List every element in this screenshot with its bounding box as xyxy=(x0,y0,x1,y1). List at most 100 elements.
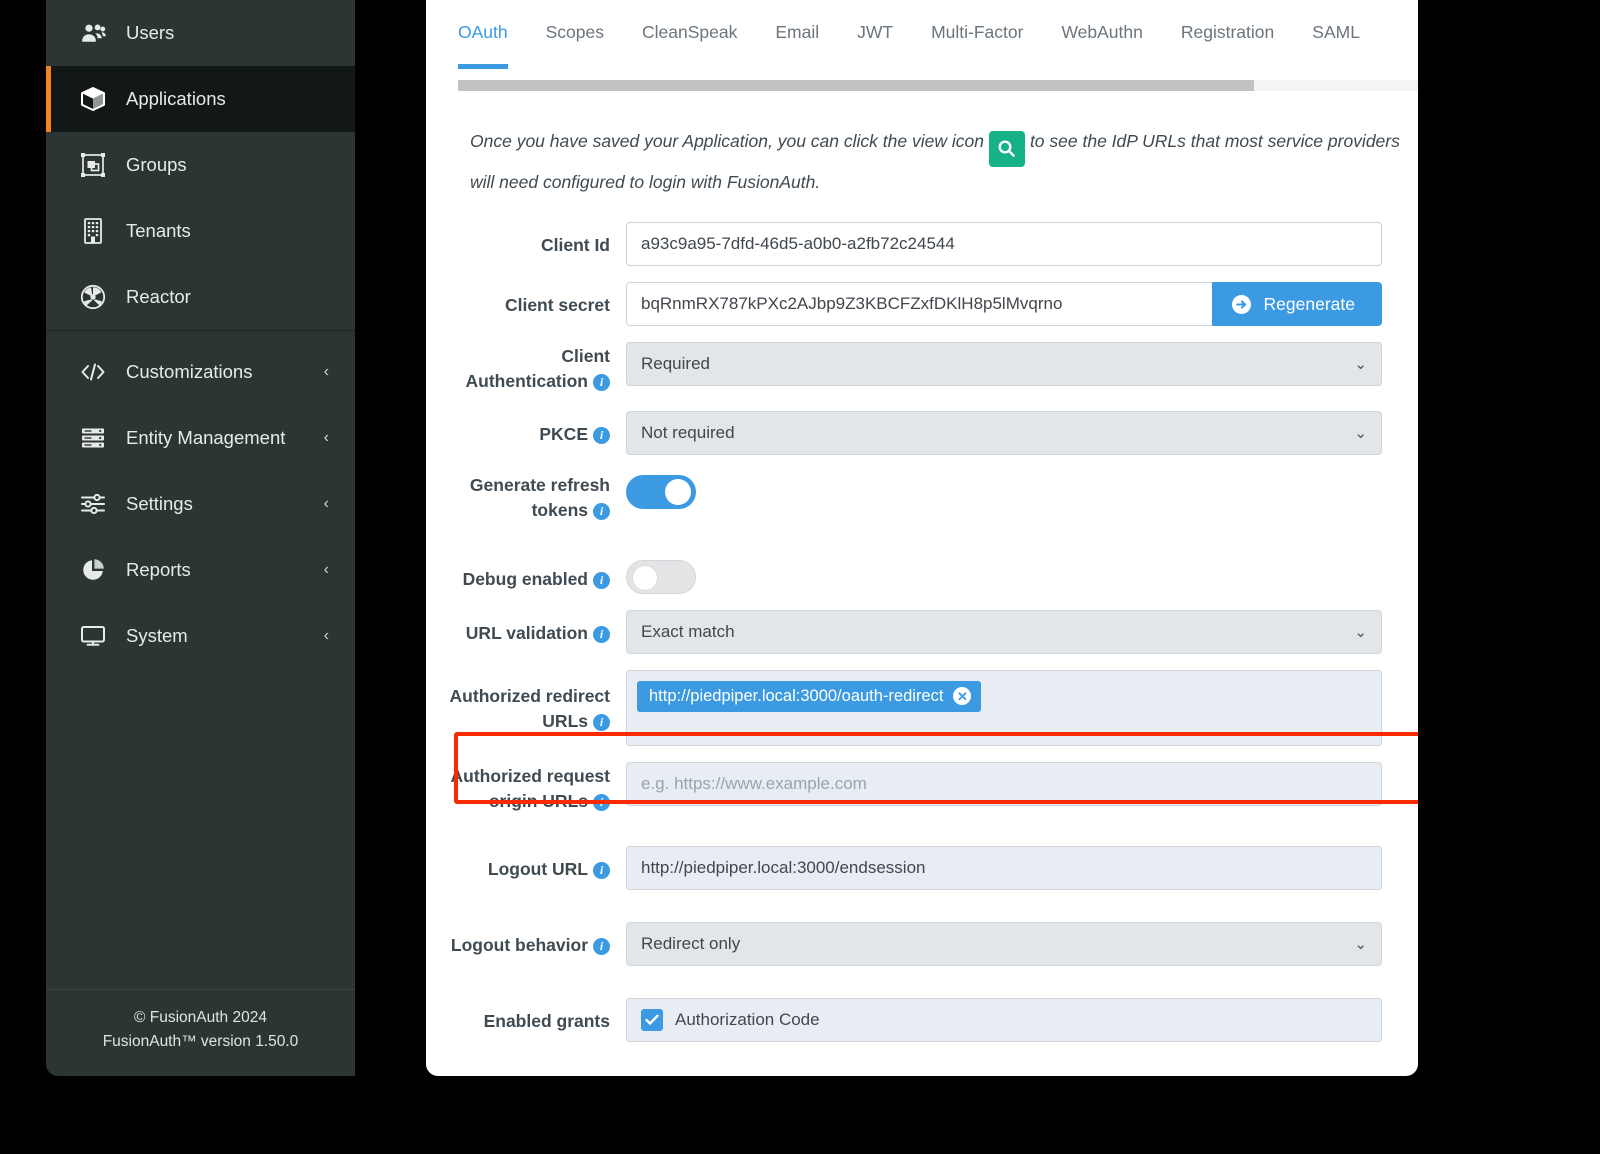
generate-refresh-tokens-label-line1: Generate refresh xyxy=(469,474,610,495)
sidebar-item-label: Entity Management xyxy=(126,427,286,448)
sidebar-item-settings[interactable]: Settings ‹ xyxy=(46,471,355,537)
tab-scopes[interactable]: Scopes xyxy=(546,0,604,65)
field-row-authorized-redirect-urls: Authorized redirect URLs i http://piedpip… xyxy=(426,669,1418,746)
chevron-down-icon: ⌄ xyxy=(1354,623,1367,641)
client-id-label: Client Id xyxy=(540,235,610,255)
tab-email[interactable]: Email xyxy=(775,0,819,65)
intro-text-before: Once you have saved your Application, yo… xyxy=(470,131,984,151)
pkce-select[interactable]: Not required ⌄ xyxy=(626,410,1382,455)
pie-chart-icon xyxy=(78,557,108,583)
authorized-redirect-urls-input[interactable]: http://piedpiper.local:3000/oauth-redire… xyxy=(626,669,1382,746)
authorized-request-origin-urls-label-line1: Authorized request xyxy=(450,765,610,786)
chevron-left-icon: ‹ xyxy=(323,627,329,644)
sidebar-item-label: Users xyxy=(126,22,175,43)
info-icon[interactable]: i xyxy=(593,862,610,880)
field-row-enabled-grants: Enabled grants Authorization Code xyxy=(426,998,1418,1043)
field-row-generate-refresh-tokens: Generate refresh tokens i xyxy=(426,471,1418,524)
sidebar-item-label: Reports xyxy=(126,559,191,580)
info-icon[interactable]: i xyxy=(593,571,610,589)
sidebar: Users Applications Groups Tenants Reacto… xyxy=(46,0,355,1076)
chevron-left-icon: ‹ xyxy=(323,429,329,446)
field-row-authorized-request-origin-urls: Authorized request origin URLs i e.g. htt… xyxy=(426,761,1418,815)
sidebar-item-customizations[interactable]: Customizations ‹ xyxy=(46,339,355,405)
url-validation-select[interactable]: Exact match ⌄ xyxy=(626,609,1382,654)
client-id-input[interactable]: a93c9a95-7dfd-46d5-a0b0-a2fb72c24544 xyxy=(626,222,1382,266)
horizontal-scrollbar-thumb[interactable] xyxy=(458,80,1254,91)
sidebar-item-label: Reactor xyxy=(126,286,191,307)
arrow-circle-right-icon xyxy=(1231,294,1252,315)
sidebar-item-label: Customizations xyxy=(126,361,253,382)
url-tag-label: http://piedpiper.local:3000/oauth-redire… xyxy=(649,686,944,705)
field-row-client-secret: Client secret bqRnmRX787kPXc2AJbp9Z3KBCF… xyxy=(426,282,1418,326)
sidebar-item-reports[interactable]: Reports ‹ xyxy=(46,537,355,603)
search-icon[interactable] xyxy=(988,130,1025,167)
info-icon[interactable]: i xyxy=(593,625,610,643)
app-root: Users Applications Groups Tenants Reacto… xyxy=(0,0,1600,1154)
code-icon xyxy=(78,359,108,385)
client-authentication-select[interactable]: Required ⌄ xyxy=(626,342,1382,386)
sidebar-item-label: Applications xyxy=(126,88,226,109)
debug-enabled-toggle[interactable] xyxy=(626,559,696,594)
client-authentication-label: Client Authentication i xyxy=(426,342,626,395)
info-icon[interactable]: i xyxy=(593,503,610,521)
sidebar-item-system[interactable]: System ‹ xyxy=(46,603,355,669)
logout-url-input[interactable]: http://piedpiper.local:3000/endsession xyxy=(626,846,1382,891)
tab-webauthn[interactable]: WebAuthn xyxy=(1061,0,1142,65)
chevron-left-icon: ‹ xyxy=(323,495,329,512)
debug-enabled-label: Debug enabled i xyxy=(426,556,626,592)
sidebar-item-applications[interactable]: Applications xyxy=(46,66,355,132)
cube-icon xyxy=(78,86,108,112)
info-icon[interactable]: i xyxy=(593,938,610,956)
client-authentication-label-line1: Client xyxy=(561,346,610,366)
enabled-grants-label: Enabled grants xyxy=(483,1011,610,1032)
authorized-request-origin-urls-label-line2: origin URLs xyxy=(488,790,588,811)
info-icon[interactable]: i xyxy=(593,374,610,392)
info-icon[interactable]: i xyxy=(593,793,610,811)
authorized-request-origin-urls-input[interactable]: e.g. https://www.example.com xyxy=(626,761,1382,806)
sidebar-item-label: Tenants xyxy=(126,220,191,241)
logout-url-label: Logout URL i xyxy=(426,846,626,882)
pkce-label-text: PKCE xyxy=(539,423,588,444)
tab-multi-factor[interactable]: Multi-Factor xyxy=(931,0,1023,65)
generate-refresh-tokens-toggle[interactable] xyxy=(626,474,696,509)
enabled-grants-group: Authorization Code xyxy=(626,998,1382,1043)
sidebar-item-tenants[interactable]: Tenants xyxy=(46,198,355,264)
regenerate-button[interactable]: Regenerate xyxy=(1211,282,1382,326)
field-row-pkce: PKCE i Not required ⌄ xyxy=(426,410,1418,455)
url-tag[interactable]: http://piedpiper.local:3000/oauth-redire… xyxy=(637,680,982,712)
authorized-request-origin-urls-label: Authorized request origin URLs i xyxy=(426,762,626,815)
groups-icon xyxy=(78,152,108,178)
authorized-redirect-urls-label-line1: Authorized redirect xyxy=(449,685,610,706)
tab-jwt[interactable]: JWT xyxy=(857,0,893,65)
client-secret-input[interactable]: bqRnmRX787kPXc2AJbp9Z3KBCFZxfDKlH8p5lMvq… xyxy=(626,282,1212,326)
debug-enabled-label-text: Debug enabled xyxy=(462,568,588,589)
checkbox-authorization-code[interactable] xyxy=(641,1009,663,1032)
sliders-icon xyxy=(78,491,108,517)
sidebar-item-entity-management[interactable]: Entity Management ‹ xyxy=(46,405,355,471)
client-authentication-value: Required xyxy=(641,354,710,373)
client-secret-label: Client secret xyxy=(504,295,610,315)
monitor-icon xyxy=(78,623,108,649)
chevron-down-icon: ⌄ xyxy=(1354,936,1367,954)
tab-cleanspeak[interactable]: CleanSpeak xyxy=(642,0,737,65)
field-row-logout-behavior: Logout behavior i Redirect only ⌄ xyxy=(426,922,1418,967)
generate-refresh-tokens-label: Generate refresh tokens i xyxy=(426,471,626,524)
sidebar-footer: © FusionAuth 2024 FusionAuth™ version 1.… xyxy=(46,988,355,1076)
tab-saml[interactable]: SAML xyxy=(1312,0,1360,65)
sidebar-item-groups[interactable]: Groups xyxy=(46,132,355,198)
field-row-logout-url: Logout URL i http://piedpiper.local:3000/… xyxy=(426,846,1418,891)
generate-refresh-tokens-label-line2: tokens xyxy=(531,500,588,521)
building-icon xyxy=(78,218,108,244)
logout-behavior-select[interactable]: Redirect only ⌄ xyxy=(626,922,1382,967)
sidebar-item-reactor[interactable]: Reactor xyxy=(46,264,355,330)
sidebar-item-users[interactable]: Users xyxy=(46,0,355,66)
footer-copyright: © FusionAuth 2024 xyxy=(134,1008,267,1026)
info-icon[interactable]: i xyxy=(593,713,610,731)
sidebar-item-label: System xyxy=(126,625,188,646)
server-icon xyxy=(78,425,108,451)
close-icon[interactable]: ✕ xyxy=(953,687,972,705)
info-icon[interactable]: i xyxy=(593,426,610,444)
tab-oauth[interactable]: OAuth xyxy=(458,0,508,69)
tab-registration[interactable]: Registration xyxy=(1181,0,1274,65)
